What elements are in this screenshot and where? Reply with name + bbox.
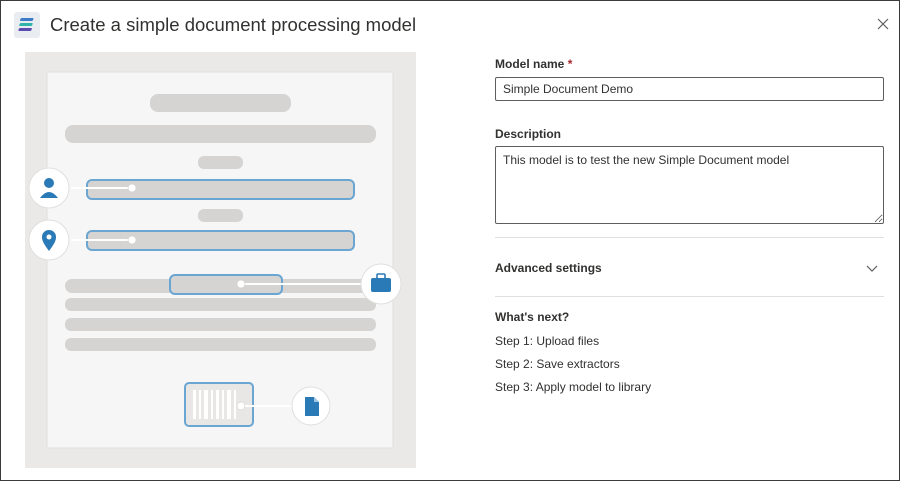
step-item: Step 1: Upload files bbox=[495, 334, 600, 348]
stacked-layers-icon bbox=[14, 12, 40, 38]
chevron-down-icon bbox=[866, 265, 878, 272]
advanced-settings-toggle[interactable]: Advanced settings bbox=[495, 253, 884, 283]
step-item: Step 2: Save extractors bbox=[495, 357, 620, 371]
dialog: Create a simple document processing mode… bbox=[0, 0, 900, 481]
description-textarea[interactable]: This model is to test the new Simple Doc… bbox=[495, 146, 884, 224]
divider bbox=[495, 237, 884, 238]
briefcase-icon bbox=[360, 263, 402, 305]
person-icon bbox=[28, 167, 70, 209]
close-icon bbox=[877, 18, 889, 30]
document-illustration bbox=[25, 52, 416, 468]
model-name-input[interactable] bbox=[495, 77, 884, 101]
location-pin-icon bbox=[28, 219, 70, 261]
document-icon bbox=[291, 386, 331, 426]
model-name-label: Model name * bbox=[495, 57, 572, 71]
advanced-settings-label: Advanced settings bbox=[495, 261, 602, 275]
model-name-label-text: Model name bbox=[495, 57, 565, 71]
step-item: Step 3: Apply model to library bbox=[495, 380, 652, 394]
divider bbox=[495, 296, 884, 297]
whats-next-title: What's next? bbox=[495, 310, 570, 324]
dialog-title: Create a simple document processing mode… bbox=[50, 14, 417, 35]
description-label: Description bbox=[495, 127, 562, 141]
close-button[interactable] bbox=[873, 14, 893, 34]
required-marker: * bbox=[567, 57, 573, 71]
